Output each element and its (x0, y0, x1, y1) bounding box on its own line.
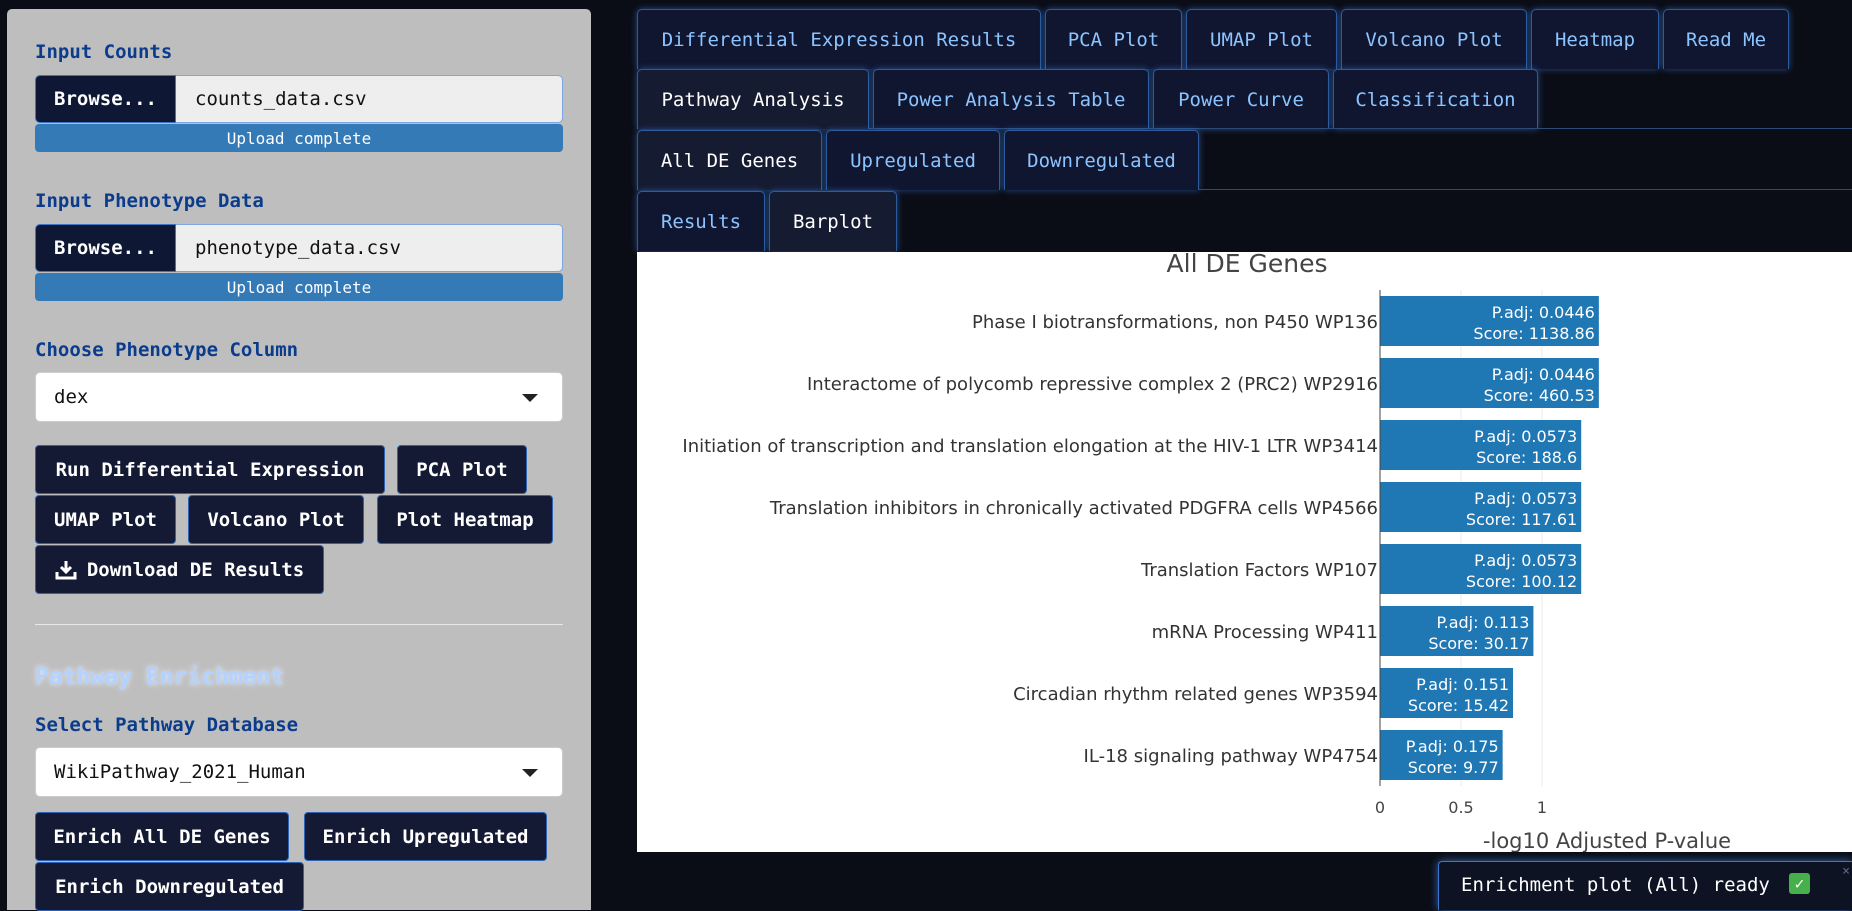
barplot-svg: All DE Genes Phase I biotransformations, … (682, 249, 1731, 853)
counts-filename-field[interactable]: counts_data.csv (176, 75, 563, 123)
tab-all-de-genes[interactable]: All DE Genes (637, 130, 822, 190)
phenotype-upload-progress: Upload complete (35, 273, 563, 301)
padj-label: P.adj: 0.0573 (1474, 427, 1577, 446)
score-label: Score: 1138.86 (1473, 324, 1594, 343)
enrich-all-de-genes-button[interactable]: Enrich All DE Genes (35, 812, 289, 861)
tab-heatmap[interactable]: Heatmap (1531, 9, 1659, 69)
tab-divider (869, 128, 1852, 129)
check-mark-icon: ✓ (1789, 873, 1810, 894)
padj-label: P.adj: 0.113 (1436, 613, 1529, 632)
enrichment-barplot: All DE Genes Phase I biotransformations, … (637, 249, 1852, 853)
download-de-results-label: Download DE Results (86, 558, 305, 581)
tab-differential-expression-results[interactable]: Differential Expression Results (637, 9, 1041, 69)
x-tick-label: 1 (1537, 798, 1547, 817)
sidebar: Input Counts Browse... counts_data.csv U… (7, 9, 591, 911)
category-label: Phase I biotransformations, non P450 WP1… (972, 312, 1378, 333)
category-label: Interactome of polycomb repressive compl… (807, 374, 1378, 395)
counts-browse-button[interactable]: Browse... (35, 75, 176, 123)
score-label: Score: 188.6 (1476, 448, 1577, 467)
download-icon (55, 560, 77, 579)
padj-label: P.adj: 0.151 (1416, 675, 1509, 694)
chart-title: All DE Genes (1167, 252, 1328, 278)
tab-volcano-plot[interactable]: Volcano Plot (1341, 9, 1527, 69)
pathway-database-value: WikiPathway_2021_Human (54, 761, 306, 783)
volcano-plot-button[interactable]: Volcano Plot (188, 495, 364, 544)
tab-results[interactable]: Results (637, 191, 765, 251)
enrich-upregulated-button[interactable]: Enrich Upregulated (304, 812, 547, 861)
tab-barplot[interactable]: Barplot (769, 191, 897, 251)
category-label: Circadian rhythm related genes WP3594 (1013, 684, 1378, 705)
score-label: Score: 117.61 (1466, 510, 1577, 529)
tab-power-curve[interactable]: Power Curve (1153, 69, 1329, 129)
tab-downregulated[interactable]: Downregulated (1004, 130, 1199, 190)
score-label: Score: 9.77 (1408, 758, 1499, 777)
subtab-divider (1199, 189, 1852, 190)
tab-upregulated[interactable]: Upregulated (826, 130, 1000, 190)
close-icon[interactable]: × (1842, 864, 1850, 879)
plot-heatmap-button[interactable]: Plot Heatmap (377, 495, 553, 544)
counts-upload-progress: Upload complete (35, 124, 563, 152)
category-label: Translation Factors WP107 (1140, 560, 1378, 581)
padj-label: P.adj: 0.0446 (1492, 365, 1595, 384)
score-label: Score: 460.53 (1484, 386, 1595, 405)
sidebar-divider (35, 624, 563, 625)
input-counts-label: Input Counts (35, 41, 173, 63)
category-label: IL-18 signaling pathway WP4754 (1084, 746, 1378, 767)
score-label: Score: 15.42 (1408, 696, 1509, 715)
phenotype-file-input[interactable]: Browse... phenotype_data.csv (35, 224, 563, 272)
padj-label: P.adj: 0.0573 (1474, 489, 1577, 508)
chevron-down-icon (522, 394, 538, 402)
padj-label: P.adj: 0.0446 (1492, 303, 1595, 322)
phenotype-browse-button[interactable]: Browse... (35, 224, 176, 272)
category-label: mRNA Processing WP411 (1152, 622, 1378, 643)
tab-umap-plot[interactable]: UMAP Plot (1186, 9, 1337, 69)
pathway-database-label: Select Pathway Database (35, 714, 299, 736)
phenotype-filename-field[interactable]: phenotype_data.csv (176, 224, 563, 272)
run-differential-expression-button[interactable]: Run Differential Expression (35, 445, 385, 494)
umap-plot-button[interactable]: UMAP Plot (35, 495, 176, 544)
notification-message: Enrichment plot (All) ready (1461, 874, 1770, 896)
tab-pca-plot[interactable]: PCA Plot (1045, 9, 1182, 69)
enrich-downregulated-button[interactable]: Enrich Downregulated (35, 862, 304, 911)
phenotype-column-label: Choose Phenotype Column (35, 339, 299, 361)
pathway-database-select[interactable]: WikiPathway_2021_Human (35, 747, 563, 797)
padj-label: P.adj: 0.175 (1406, 737, 1499, 756)
download-de-results-button[interactable]: Download DE Results (35, 545, 324, 594)
category-label: Initiation of transcription and translat… (682, 436, 1378, 457)
pca-plot-button[interactable]: PCA Plot (397, 445, 527, 494)
x-tick-label: 0 (1375, 798, 1385, 817)
score-label: Score: 30.17 (1428, 634, 1529, 653)
pathway-enrichment-heading: Pathway Enrichment (35, 664, 285, 690)
score-label: Score: 100.12 (1466, 572, 1577, 591)
input-phenotype-label: Input Phenotype Data (35, 190, 264, 212)
tab-read-me[interactable]: Read Me (1663, 9, 1789, 69)
phenotype-column-value: dex (54, 386, 89, 408)
category-label: Translation inhibitors in chronically ac… (769, 498, 1378, 519)
phenotype-column-select[interactable]: dex (35, 372, 563, 422)
padj-label: P.adj: 0.0573 (1474, 551, 1577, 570)
x-axis-title: -log10 Adjusted P-value (1483, 829, 1731, 852)
tab-classification[interactable]: Classification (1333, 69, 1538, 129)
x-tick-label: 0.5 (1448, 798, 1473, 817)
tab-pathway-analysis[interactable]: Pathway Analysis (637, 69, 869, 129)
chevron-down-icon (522, 769, 538, 777)
tab-power-analysis-table[interactable]: Power Analysis Table (873, 69, 1149, 129)
counts-file-input[interactable]: Browse... counts_data.csv (35, 75, 563, 123)
notification-toast: Enrichment plot (All) ready ✓ × (1438, 861, 1852, 910)
